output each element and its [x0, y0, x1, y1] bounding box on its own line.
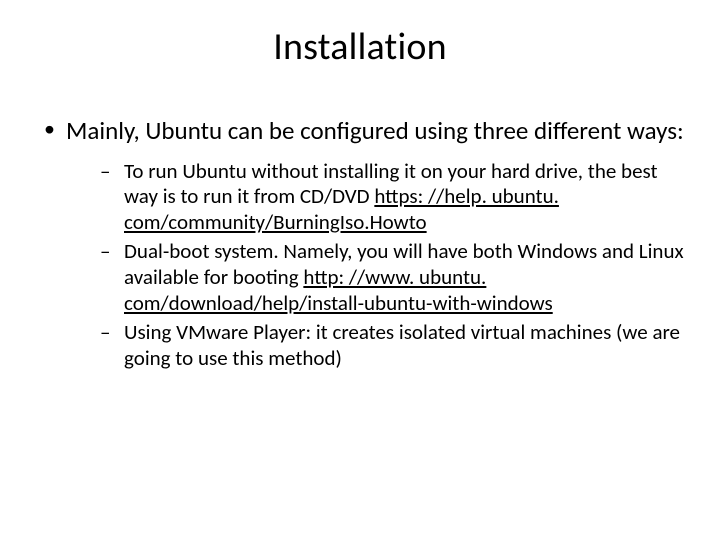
slide-title: Installation: [30, 24, 690, 70]
intro-bullet: Mainly, Ubuntu can be configured using t…: [38, 116, 690, 371]
intro-text: Mainly, Ubuntu can be configured using t…: [66, 115, 684, 146]
list-item: To run Ubuntu without installing it on y…: [100, 159, 690, 236]
item-text: Using VMware Player: it creates isolated…: [124, 319, 680, 371]
list-item: Dual-boot system. Namely, you will have …: [100, 239, 690, 316]
bullet-list-level2: To run Ubuntu without installing it on y…: [66, 159, 690, 372]
list-item: Using VMware Player: it creates isolated…: [100, 320, 690, 371]
bullet-list-level1: Mainly, Ubuntu can be configured using t…: [30, 116, 690, 371]
